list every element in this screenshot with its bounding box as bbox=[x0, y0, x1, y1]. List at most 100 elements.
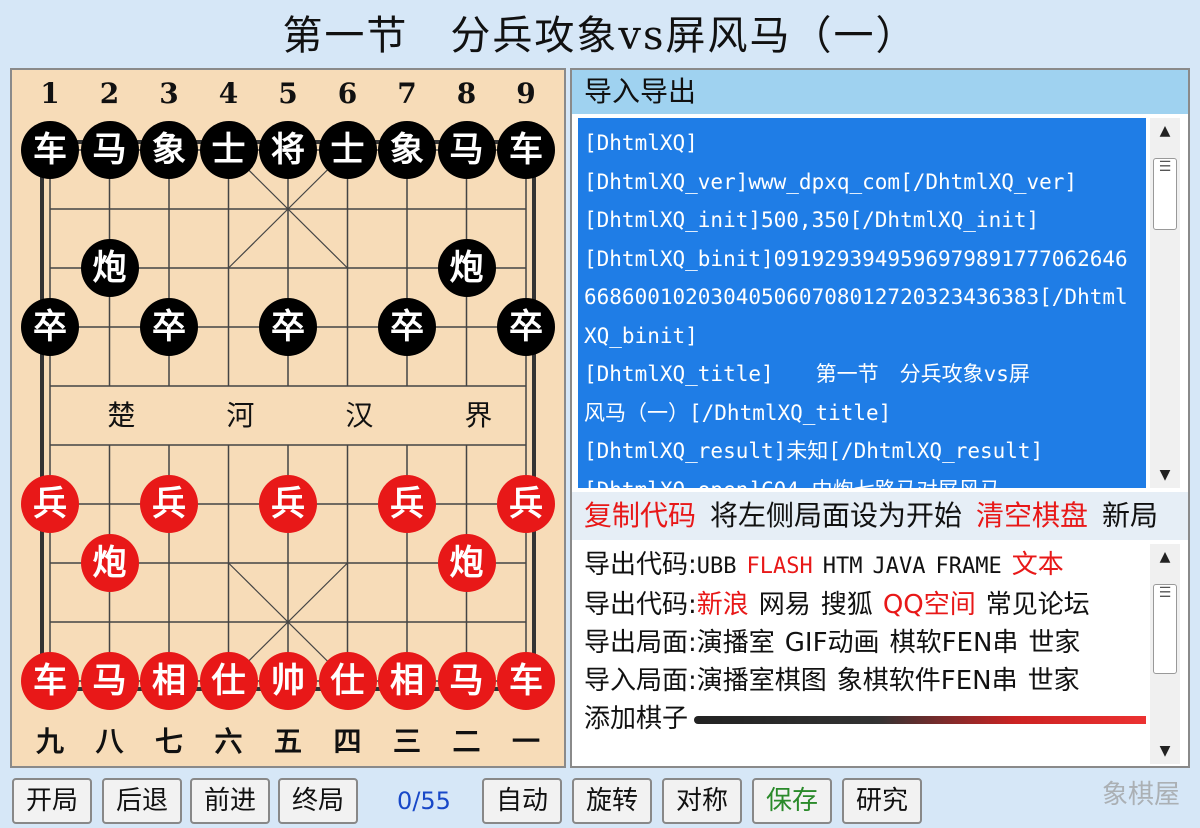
research-button[interactable]: 研究 bbox=[842, 778, 922, 824]
export-option-link[interactable]: 世家 bbox=[1028, 628, 1080, 658]
chess-piece-black[interactable]: 炮 bbox=[437, 239, 496, 297]
chess-piece-red[interactable]: 车 bbox=[21, 652, 79, 710]
file-number: 六 bbox=[214, 725, 243, 758]
export-options: 导出代码:UBB FLASH HTM JAVA FRAME 文本 导出代码:新浪 网易 搜狐 QQ… bbox=[578, 544, 1146, 764]
chess-piece-red[interactable]: 兵 bbox=[497, 475, 555, 533]
chess-piece-black[interactable]: 马 bbox=[80, 121, 139, 179]
export-option-link[interactable]: FLASH bbox=[747, 554, 813, 579]
chess-piece-black[interactable]: 士 bbox=[199, 121, 258, 179]
code-line: [DhtmlXQ_open]C04 中炮七路马对屏风马 bbox=[584, 471, 1140, 489]
chess-piece-black[interactable]: 卒 bbox=[21, 298, 79, 356]
action-link[interactable]: 清空棋盘 bbox=[976, 499, 1088, 532]
code-line: [DhtmlXQ_title] 第一节 分兵攻象vs屏 bbox=[584, 362, 1030, 386]
code-scrollbar[interactable]: ▲ ☰ ▼ bbox=[1150, 118, 1180, 488]
export-option-link[interactable]: 象棋软件FEN串 bbox=[837, 666, 1018, 696]
export-option-link[interactable]: QQ空间 bbox=[883, 590, 976, 620]
file-numbers-bottom: 九八七六五四三二一 bbox=[12, 722, 568, 762]
export-option-link[interactable]: JAVA bbox=[873, 554, 926, 579]
export-option-link[interactable]: HTM bbox=[823, 554, 863, 579]
file-number: 三 bbox=[392, 725, 421, 758]
scroll-thumb[interactable]: ☰ bbox=[1153, 584, 1177, 674]
save-button[interactable]: 保存 bbox=[752, 778, 832, 824]
chess-piece-black[interactable]: 卒 bbox=[140, 298, 198, 356]
export-option-link[interactable]: GIF动画 bbox=[785, 628, 880, 658]
file-number: 九 bbox=[35, 725, 64, 758]
chess-piece-red[interactable]: 炮 bbox=[80, 534, 139, 592]
chess-piece-black[interactable]: 象 bbox=[378, 121, 436, 179]
export-row: 添加棋子 bbox=[584, 700, 1146, 738]
export-row: 导出代码:新浪 网易 搜狐 QQ空间 常见论坛 bbox=[584, 586, 1140, 624]
river-label: 汉 bbox=[345, 398, 374, 432]
chess-piece-red[interactable]: 车 bbox=[497, 652, 555, 710]
chess-piece-black[interactable]: 车 bbox=[21, 121, 79, 179]
import-export-header: 导入导出 bbox=[572, 70, 1188, 114]
action-link[interactable]: 新局 bbox=[1102, 499, 1158, 532]
action-row: 复制代码 将左侧局面设为开始 清空棋盘 新局 bbox=[572, 492, 1188, 540]
export-option-link[interactable]: 文本 bbox=[1012, 550, 1064, 580]
chess-piece-red[interactable]: 兵 bbox=[21, 475, 79, 533]
export-row: 导出代码:UBB FLASH HTM JAVA FRAME 文本 bbox=[584, 546, 1140, 586]
back-button[interactable]: 后退 bbox=[102, 778, 182, 824]
chess-piece-red[interactable]: 相 bbox=[378, 652, 436, 710]
watermark-logo: 象棋屋 bbox=[1101, 780, 1180, 810]
mirror-button[interactable]: 对称 bbox=[662, 778, 742, 824]
start-button[interactable]: 开局 bbox=[12, 778, 92, 824]
file-number: 一 bbox=[511, 725, 540, 758]
chess-piece-red[interactable]: 马 bbox=[80, 652, 139, 710]
move-counter: 0/55 bbox=[397, 787, 451, 815]
export-option-link[interactable]: 网易 bbox=[759, 590, 811, 620]
scroll-down-icon[interactable]: ▼ bbox=[1150, 462, 1180, 488]
file-number: 八 bbox=[95, 725, 124, 758]
chess-piece-black[interactable]: 卒 bbox=[259, 298, 317, 356]
chess-piece-red[interactable]: 兵 bbox=[378, 475, 436, 533]
export-option-link[interactable]: 常见论坛 bbox=[986, 590, 1090, 620]
rotate-button[interactable]: 旋转 bbox=[572, 778, 652, 824]
export-option-link[interactable]: 新浪 bbox=[697, 590, 749, 620]
code-line: [DhtmlXQ_result]未知[/DhtmlXQ_result] bbox=[584, 439, 1044, 463]
chess-piece-red[interactable]: 兵 bbox=[259, 475, 317, 533]
export-option-link[interactable]: FRAME bbox=[935, 554, 1001, 579]
scroll-thumb[interactable]: ☰ bbox=[1153, 158, 1177, 230]
chess-piece-black[interactable]: 炮 bbox=[80, 239, 139, 297]
chess-piece-black[interactable]: 卒 bbox=[497, 298, 555, 356]
chess-piece-black[interactable]: 象 bbox=[140, 121, 198, 179]
export-option-link[interactable]: 演播室棋图 bbox=[697, 666, 827, 696]
chess-piece-red[interactable]: 马 bbox=[437, 652, 496, 710]
export-row-label: 导入局面: bbox=[584, 666, 697, 696]
export-option-link[interactable]: 棋软FEN串 bbox=[890, 628, 1019, 658]
chess-piece-black[interactable]: 将 bbox=[259, 121, 317, 179]
action-link[interactable]: 复制代码 bbox=[584, 499, 696, 532]
export-option-link[interactable]: 世家 bbox=[1028, 666, 1080, 696]
chess-piece-red[interactable]: 帅 bbox=[259, 652, 317, 710]
import-export-panel: 导入导出 [DhtmlXQ] [DhtmlXQ_ver]www_dpxq_com[… bbox=[570, 68, 1190, 768]
scroll-down-icon[interactable]: ▼ bbox=[1150, 738, 1180, 764]
action-link[interactable]: 将左侧局面设为开始 bbox=[710, 499, 962, 532]
export-row-label: 添加棋子 bbox=[584, 704, 689, 734]
chess-piece-black[interactable]: 士 bbox=[318, 121, 377, 179]
forward-button[interactable]: 前进 bbox=[190, 778, 270, 824]
brush-stroke-decoration bbox=[694, 715, 1146, 724]
export-scrollbar[interactable]: ▲ ☰ ▼ bbox=[1150, 544, 1180, 764]
page-title: 第一节 分兵攻象vs屏风马（一） bbox=[282, 13, 918, 59]
file-number: 七 bbox=[154, 725, 183, 758]
export-option-link[interactable]: 搜狐 bbox=[821, 590, 873, 620]
chess-piece-black[interactable]: 卒 bbox=[378, 298, 436, 356]
export-option-link[interactable]: UBB bbox=[697, 554, 737, 579]
code-textarea[interactable]: [DhtmlXQ] [DhtmlXQ_ver]www_dpxq_com[/Dhtm… bbox=[578, 118, 1146, 488]
river-label: 界 bbox=[464, 398, 493, 432]
auto-play-button[interactable]: 自动 bbox=[482, 778, 562, 824]
scroll-up-icon[interactable]: ▲ bbox=[1150, 118, 1180, 144]
chess-piece-red[interactable]: 炮 bbox=[437, 534, 496, 592]
chess-board-panel: 123456789 楚河汉界 车马象士将士象马车炮炮卒卒卒卒卒兵兵兵兵兵炮炮车马… bbox=[10, 68, 566, 768]
chess-piece-red[interactable]: 相 bbox=[140, 652, 198, 710]
chess-piece-red[interactable]: 兵 bbox=[140, 475, 198, 533]
end-button[interactable]: 终局 bbox=[278, 778, 358, 824]
scroll-up-icon[interactable]: ▲ bbox=[1150, 544, 1180, 570]
export-option-link[interactable]: 演播室 bbox=[697, 628, 775, 658]
chess-piece-black[interactable]: 车 bbox=[497, 121, 555, 179]
chess-piece-red[interactable]: 仕 bbox=[199, 652, 258, 710]
export-row: 导入局面:演播室棋图 象棋软件FEN串 世家 bbox=[584, 662, 1140, 700]
chess-piece-red[interactable]: 仕 bbox=[318, 652, 377, 710]
river-label: 河 bbox=[226, 398, 255, 432]
chess-piece-black[interactable]: 马 bbox=[437, 121, 496, 179]
